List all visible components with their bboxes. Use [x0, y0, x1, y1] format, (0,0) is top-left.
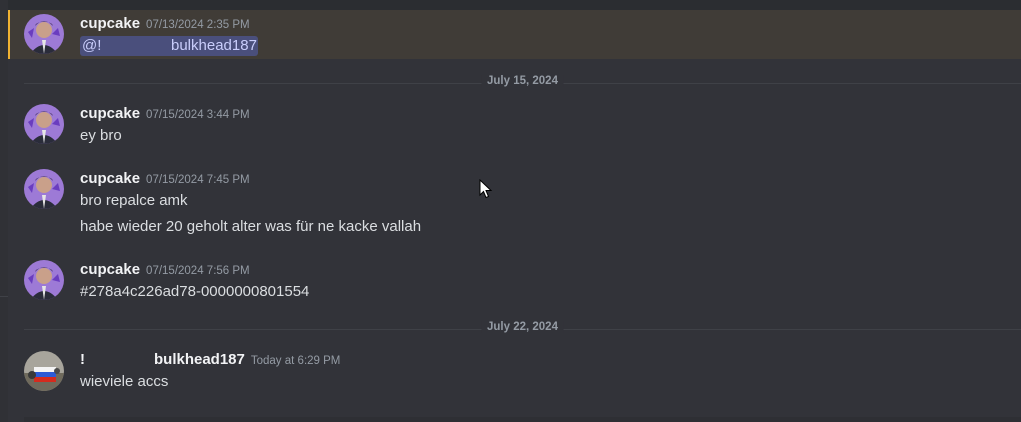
message-text: habe wieder 20 geholt alter was für ne k… — [80, 218, 422, 235]
message[interactable]: cupcake 07/15/2024 3:44 PM ey bro — [8, 100, 1021, 150]
avatar-image — [24, 260, 64, 300]
left-edge-tick — [0, 296, 8, 297]
left-edge — [0, 0, 8, 422]
date-divider-label: July 15, 2024 — [481, 75, 564, 87]
bottom-edge — [24, 417, 1021, 422]
message-header: cupcake 07/15/2024 3:44 PM — [80, 105, 250, 125]
message-text: ey bro — [80, 127, 122, 144]
date-divider-label: July 22, 2024 — [481, 321, 564, 333]
message[interactable]: cupcake 07/15/2024 7:45 PM bro repalce am… — [8, 166, 1021, 240]
date-divider: July 15, 2024 — [24, 75, 1021, 87]
mouse-cursor-icon — [479, 179, 493, 199]
timestamp[interactable]: 07/15/2024 7:56 PM — [146, 265, 250, 277]
mention-name: bulkhead187 — [171, 37, 257, 54]
avatar-cupcake[interactable] — [24, 260, 64, 300]
timestamp[interactable]: Today at 6:29 PM — [251, 355, 341, 367]
timestamp[interactable]: 07/13/2024 2:35 PM — [146, 19, 250, 31]
date-divider: July 22, 2024 — [24, 321, 1021, 333]
mention-prefix: @! — [82, 37, 102, 54]
username-prefix[interactable]: ! — [80, 351, 85, 368]
message[interactable]: cupcake 07/15/2024 7:56 PM #278a4c226ad78… — [8, 257, 1021, 307]
message-header: ! bulkhead187 Today at 6:29 PM — [8, 351, 408, 371]
timestamp[interactable]: 07/15/2024 3:44 PM — [146, 109, 250, 121]
username-block: bulkhead187 Today at 6:29 PM — [154, 351, 340, 369]
username[interactable]: cupcake — [80, 261, 140, 278]
user-mention[interactable]: @! bulkhead187 — [80, 36, 258, 56]
avatar-image — [24, 104, 64, 144]
message-text: #278a4c226ad78-0000000801554 — [80, 283, 310, 300]
message-header: cupcake 07/15/2024 7:56 PM — [80, 261, 250, 281]
avatar-cupcake[interactable] — [24, 14, 64, 54]
message-header: cupcake 07/15/2024 7:45 PM — [80, 170, 250, 190]
message-text: bro repalce amk — [80, 192, 188, 209]
top-strip — [0, 0, 1021, 10]
username[interactable]: bulkhead187 — [154, 351, 245, 368]
username[interactable]: cupcake — [80, 15, 140, 32]
username[interactable]: cupcake — [80, 170, 140, 187]
avatar-cupcake[interactable] — [24, 169, 64, 209]
avatar-cupcake[interactable] — [24, 104, 64, 144]
message-header: cupcake 07/13/2024 2:35 PM — [80, 15, 250, 35]
avatar-image — [24, 169, 64, 209]
message-highlighted[interactable]: cupcake 07/13/2024 2:35 PM @! bulkhead187 — [8, 10, 1021, 59]
username[interactable]: cupcake — [80, 105, 140, 122]
timestamp[interactable]: 07/15/2024 7:45 PM — [146, 174, 250, 186]
message-text: wieviele accs — [80, 373, 169, 390]
avatar-image — [24, 14, 64, 54]
message[interactable]: ! bulkhead187 Today at 6:29 PM wieviele a… — [8, 346, 1021, 396]
